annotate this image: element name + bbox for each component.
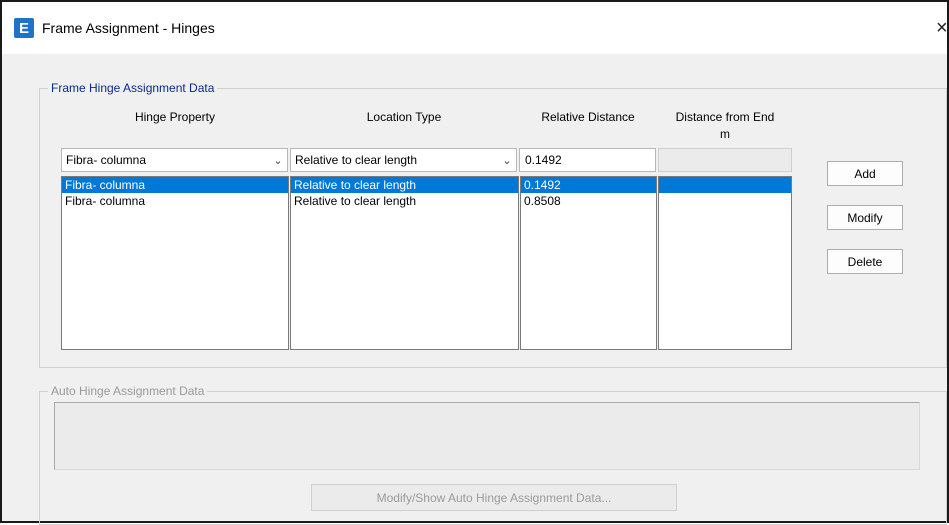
auto-hinge-data-panel bbox=[54, 402, 920, 470]
modify-button[interactable]: Modify bbox=[827, 205, 903, 230]
chevron-down-icon: ⌄ bbox=[273, 154, 283, 167]
hinge-property-list[interactable]: Fibra- columna Fibra- columna bbox=[61, 176, 289, 350]
list-item[interactable] bbox=[659, 177, 791, 193]
list-item[interactable]: Relative to clear length bbox=[291, 177, 518, 193]
hinge-property-dropdown[interactable]: Fibra- columna ⌄ bbox=[61, 148, 288, 172]
frame-hinge-group-legend: Frame Hinge Assignment Data bbox=[48, 81, 218, 95]
list-item[interactable] bbox=[659, 193, 791, 209]
dialog-content: Frame Hinge Assignment Data Hinge Proper… bbox=[2, 54, 947, 525]
list-item[interactable]: 0.8508 bbox=[521, 193, 656, 209]
relative-distance-value: 0.1492 bbox=[525, 153, 562, 167]
auto-hinge-group-legend: Auto Hinge Assignment Data bbox=[48, 384, 208, 398]
chevron-down-icon: ⌄ bbox=[502, 154, 512, 167]
distance-from-end-input bbox=[658, 148, 792, 172]
list-item[interactable]: Relative to clear length bbox=[291, 193, 518, 209]
app-e-icon: E bbox=[14, 18, 34, 38]
location-type-list[interactable]: Relative to clear length Relative to cle… bbox=[290, 176, 519, 350]
header-distance-from-end: Distance from End bbox=[675, 110, 775, 124]
close-button[interactable]: × bbox=[936, 14, 949, 42]
header-distance-unit: m bbox=[720, 127, 730, 141]
add-button[interactable]: Add bbox=[827, 161, 903, 186]
relative-distance-list[interactable]: 0.1492 0.8508 bbox=[520, 176, 657, 350]
list-item[interactable]: Fibra- columna bbox=[62, 177, 288, 193]
header-relative-distance: Relative Distance bbox=[541, 110, 635, 124]
dialog-window: E Frame Assignment - Hinges × Frame Hing… bbox=[0, 0, 949, 525]
location-type-value: Relative to clear length bbox=[295, 153, 418, 167]
title-bar: E Frame Assignment - Hinges × bbox=[2, 2, 949, 54]
header-hinge-property: Hinge Property bbox=[134, 110, 216, 124]
list-item[interactable]: Fibra- columna bbox=[62, 193, 288, 209]
header-location-type: Location Type bbox=[366, 110, 442, 124]
modify-show-auto-hinge-button: Modify/Show Auto Hinge Assignment Data..… bbox=[311, 484, 677, 511]
delete-button[interactable]: Delete bbox=[827, 249, 903, 274]
window-title: Frame Assignment - Hinges bbox=[42, 20, 215, 36]
hinge-property-value: Fibra- columna bbox=[66, 153, 147, 167]
list-item[interactable]: 0.1492 bbox=[521, 177, 656, 193]
location-type-dropdown[interactable]: Relative to clear length ⌄ bbox=[290, 148, 517, 172]
relative-distance-input[interactable]: 0.1492 bbox=[519, 148, 656, 172]
distance-from-end-list[interactable] bbox=[658, 176, 792, 350]
